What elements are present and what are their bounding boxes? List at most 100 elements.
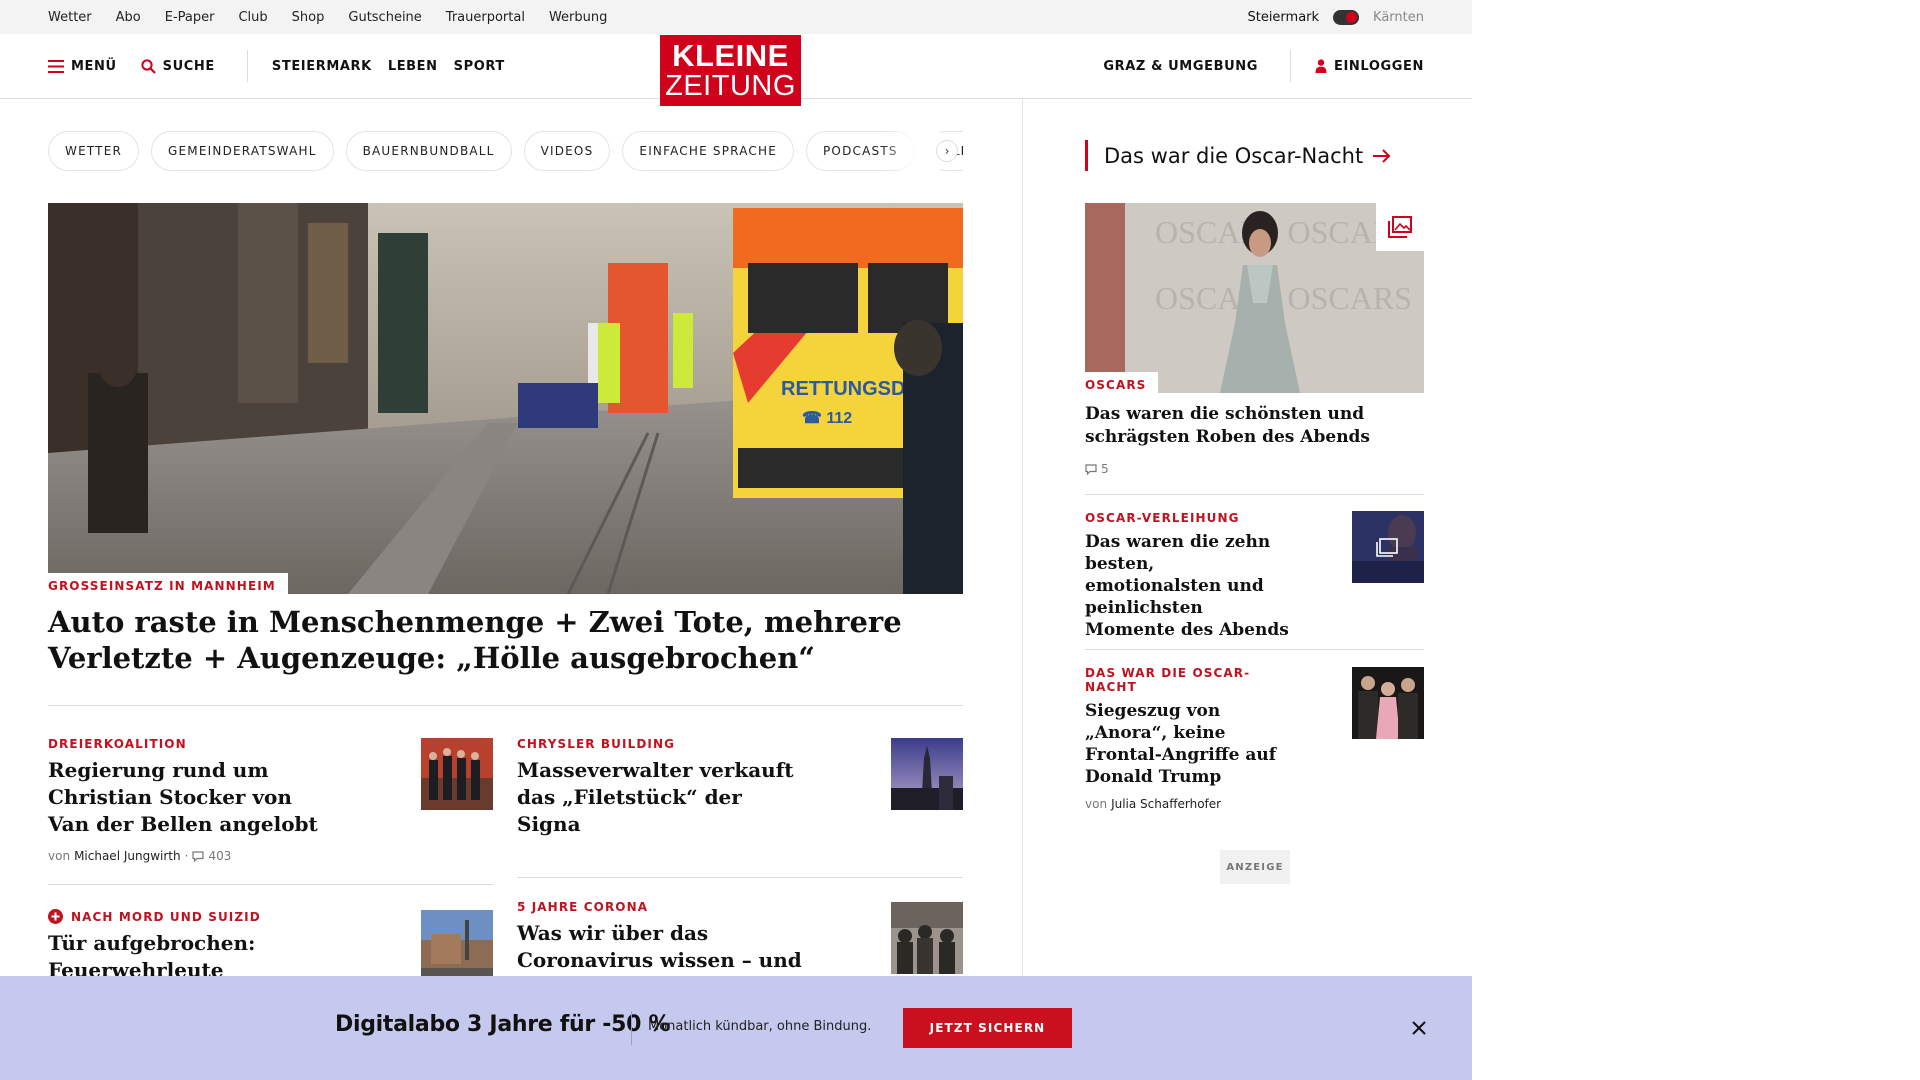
region-toggle[interactable] [1333, 9, 1360, 25]
sidebar-item-2-author[interactable]: Julia Schafferhofer [1111, 797, 1221, 811]
article-1-by: von [48, 849, 71, 863]
chevron-right-icon: › [944, 144, 950, 158]
chips-next-button[interactable]: › [936, 140, 958, 162]
sidebar-item-2-thumbnail[interactable] [1352, 667, 1424, 739]
gallery-badge [1376, 203, 1424, 251]
sidebar-item-2-by: von [1085, 797, 1108, 811]
chip-wetter[interactable]: WETTER [48, 131, 140, 171]
oscar-feature-comments[interactable]: 5 [1101, 462, 1109, 476]
utility-link-shop[interactable]: Shop [292, 10, 325, 25]
region-switch: Steiermark Kärnten [1247, 0, 1424, 34]
oscar-section-title: Das war die Oscar-Nacht [1104, 143, 1364, 168]
logo-line-2: ZEITUNG [665, 70, 796, 102]
oscar-section-heading[interactable]: Das war die Oscar-Nacht [1085, 140, 1391, 171]
hero-title[interactable]: Auto raste in Menschenmenge + Zwei Tote,… [48, 604, 948, 676]
article-3-thumbnail[interactable] [421, 910, 493, 982]
region-kaernten[interactable]: Kärnten [1373, 10, 1424, 25]
sidebar-item-2[interactable]: DAS WAR DIE OSCAR-NACHT Siegeszug von „A… [1085, 666, 1295, 811]
search-button[interactable]: SUCHE [141, 59, 215, 74]
login-button[interactable]: EINLOGGEN [1315, 59, 1424, 74]
search-label: SUCHE [162, 58, 215, 74]
article-divider-right [517, 877, 963, 878]
user-icon [1315, 59, 1327, 73]
article-1-title[interactable]: Regierung rund um Christian Stocker von … [48, 757, 318, 838]
utility-link-werbung[interactable]: Werbung [549, 10, 607, 25]
sidebar-item-1-photo [1352, 511, 1424, 583]
utility-link-abo[interactable]: Abo [116, 10, 141, 25]
blank-area [1472, 0, 1920, 1080]
sidebar-item-2-title[interactable]: Siegeszug von „Anora“, keine Frontal-Ang… [1085, 700, 1295, 788]
oscar-feature-image[interactable]: OSCARS OSCARS OSCARS OSCARS [1085, 203, 1424, 393]
article-2-title[interactable]: Masseverwalter verkauft das „Filetstück“… [517, 757, 797, 838]
sidebar-divider-1 [1085, 494, 1424, 495]
chip-einfache-sprache[interactable]: EINFACHE SPRACHE [622, 131, 794, 171]
nav-section-sport[interactable]: SPORT [454, 59, 505, 74]
utility-link-club[interactable]: Club [238, 10, 267, 25]
oscar-feature-meta: 5 [1085, 462, 1109, 476]
article-1-comments[interactable]: 403 [208, 849, 231, 863]
promo-title: Digitalabo 3 Jahre für -50 % [335, 1012, 671, 1037]
utility-link-gutscheine[interactable]: Gutscheine [348, 10, 421, 25]
article-3-kicker: NACH MORD UND SUIZID [71, 909, 261, 924]
article-4-kicker: 5 JAHRE CORONA [517, 900, 649, 914]
sidebar-item-2-kicker: DAS WAR DIE OSCAR-NACHT [1085, 666, 1251, 694]
chip-gemeinderatswahl[interactable]: GEMEINDERATSWAHL [151, 131, 334, 171]
column-divider [1022, 99, 1023, 979]
hero-image-number: ☎ 112 [802, 410, 852, 427]
chip-videos[interactable]: VIDEOS [523, 131, 611, 171]
promo-close-button[interactable] [1406, 1015, 1432, 1041]
sidebar-item-1-kicker: OSCAR-VERLEIHUNG [1085, 511, 1240, 525]
article-2-kicker: CHRYSLER BUILDING [517, 737, 676, 751]
page: Wetter Abo E-Paper Club Shop Gutscheine … [0, 0, 1472, 1080]
hero-divider [48, 705, 963, 706]
sidebar-item-1-thumbnail[interactable] [1352, 511, 1424, 583]
arrow-right-icon [1373, 148, 1391, 163]
chip-bauernbundball[interactable]: BAUERNBUNDBALL [345, 131, 512, 171]
kleine-zeitung-logo[interactable]: KLEINE ZEITUNG [660, 35, 801, 106]
utility-link-trauerportal[interactable]: Trauerportal [446, 10, 525, 25]
article-divider-left [48, 884, 493, 885]
advertisement-label: ANZEIGE [1220, 850, 1290, 884]
sidebar-item-2-meta: von Julia Schafferhofer [1085, 797, 1295, 811]
promo-cta-button[interactable]: JETZT SICHERN [903, 1008, 1072, 1048]
local-region-link[interactable]: GRAZ & UMGEBUNG [1103, 59, 1258, 74]
article-card-1[interactable]: DREIERKOALITION Regierung rund um Christ… [48, 737, 318, 863]
oscar-backdrop-text-2: OSCARS OSCARS [1155, 280, 1412, 316]
comment-icon [1085, 463, 1097, 475]
menu-button[interactable]: MENÜ [48, 59, 117, 74]
meta-separator: · [184, 849, 189, 863]
utility-bar: Wetter Abo E-Paper Club Shop Gutscheine … [0, 0, 1472, 34]
search-icon [141, 58, 156, 74]
gallery-icon [1388, 216, 1412, 238]
menu-label: MENÜ [71, 58, 117, 74]
login-label: EINLOGGEN [1334, 58, 1424, 74]
oscar-feature-photo: OSCARS OSCARS OSCARS OSCARS [1085, 203, 1424, 393]
sidebar-item-1[interactable]: OSCAR-VERLEIHUNG Das waren die zehn best… [1085, 511, 1295, 641]
chips-fade [880, 131, 940, 171]
article-4-photo [891, 902, 963, 974]
article-4-thumbnail[interactable] [891, 902, 963, 974]
oscar-feature-title[interactable]: Das waren die schönsten und schrägsten R… [1085, 403, 1385, 449]
utility-link-wetter[interactable]: Wetter [48, 10, 92, 25]
nav-section-leben[interactable]: LEBEN [388, 59, 438, 74]
article-1-photo [421, 738, 493, 810]
nav-section-steiermark[interactable]: STEIERMARK [272, 59, 372, 74]
sidebar-item-1-title[interactable]: Das waren die zehn besten, emotionalsten… [1085, 531, 1295, 641]
hamburger-icon [48, 59, 64, 73]
hero-photo: RETTUNGSDIENST ☎ 112 [48, 203, 963, 594]
hero-image[interactable]: RETTUNGSDIENST ☎ 112 [48, 203, 963, 594]
article-2-photo [891, 738, 963, 810]
article-card-2[interactable]: CHRYSLER BUILDING Masseverwalter verkauf… [517, 737, 797, 838]
article-2-thumbnail[interactable] [891, 738, 963, 810]
utility-link-epaper[interactable]: E-Paper [165, 10, 215, 25]
main-navigation: MENÜ SUCHE STEIERMARK LEBEN SPORT KLEINE… [0, 34, 1472, 106]
oscar-feature-kicker: OSCARS [1085, 372, 1159, 396]
article-1-author[interactable]: Michael Jungwirth [74, 849, 181, 863]
region-steiermark[interactable]: Steiermark [1247, 10, 1319, 25]
article-1-meta: von Michael Jungwirth · 403 [48, 849, 318, 863]
close-icon [1412, 1021, 1426, 1035]
article-1-thumbnail[interactable] [421, 738, 493, 810]
utility-links: Wetter Abo E-Paper Club Shop Gutscheine … [48, 0, 607, 34]
plus-circle-icon [48, 909, 63, 924]
hero-kicker: GROSSEINSATZ IN MANNHEIM [48, 573, 288, 597]
